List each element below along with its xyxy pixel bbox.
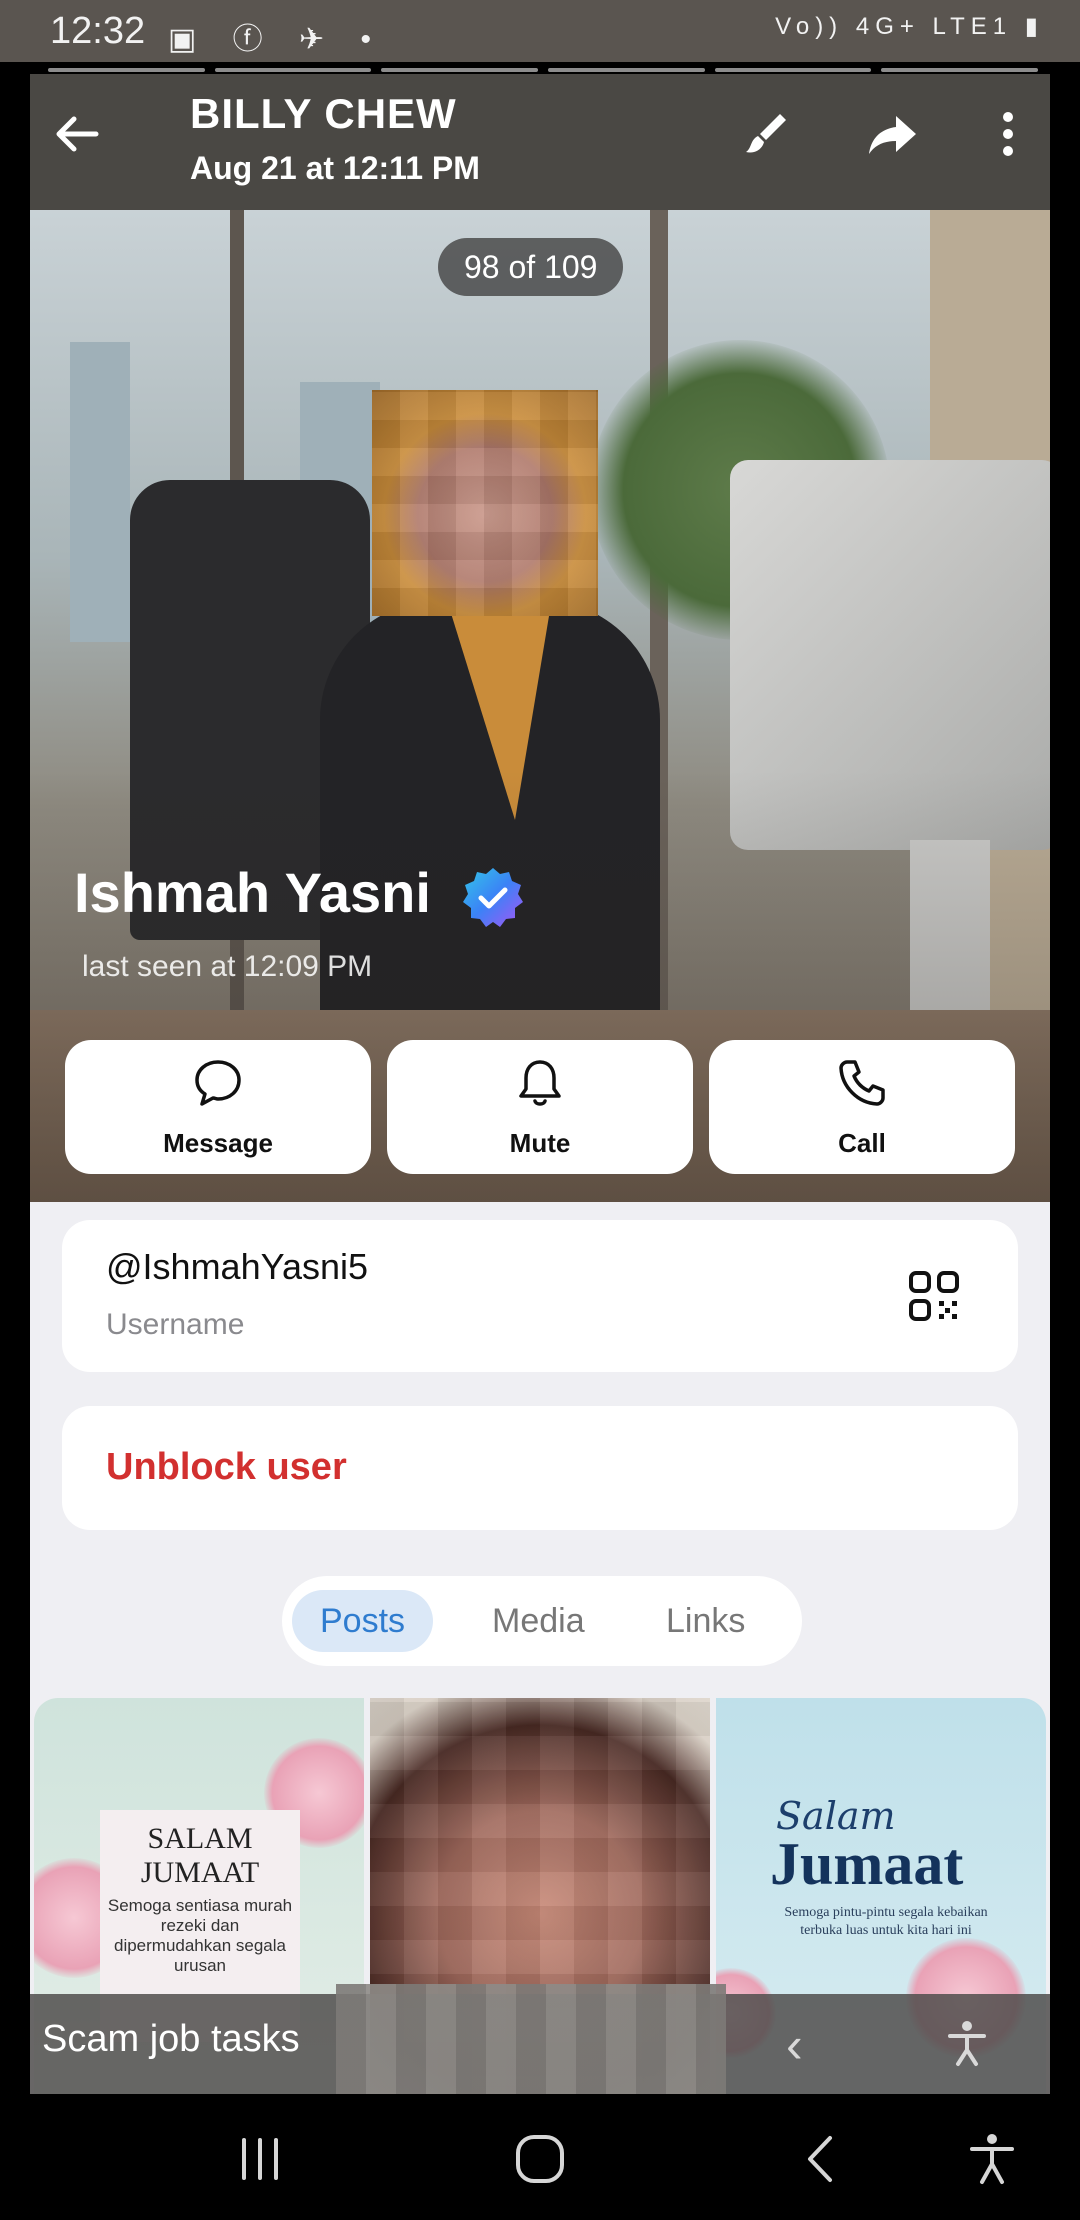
status-bar: 12:32 ▣ ⓕ ✈ • Vo)) 4G+ LTE1 ▮ [0, 0, 1080, 62]
back-arrow-icon[interactable] [48, 104, 108, 164]
redaction-block [336, 1984, 726, 2096]
mute-button[interactable]: Mute [387, 1040, 693, 1174]
unblock-user-button[interactable]: Unblock user [62, 1406, 1018, 1530]
post-text: Semoga pintu-pintu segala kebaikan terbu… [784, 1905, 988, 1938]
message-label: Message [163, 1128, 273, 1158]
username[interactable]: @IshmahYasni5 [106, 1246, 368, 1288]
status-time: 12:32 [50, 10, 146, 52]
accessibility-icon[interactable] [962, 2132, 1022, 2186]
system-nav-bar [0, 2094, 1080, 2220]
caption-text: Scam job tasks [42, 2018, 300, 2060]
profile-name: Ishmah Yasni [74, 861, 431, 924]
viewer-title: BILLY CHEW [190, 90, 457, 137]
verified-badge-icon [463, 868, 523, 927]
tab-media[interactable]: Media [464, 1590, 613, 1652]
username-caption: Username [106, 1308, 245, 1341]
viewer-date: Aug 21 at 12:11 PM [190, 150, 480, 186]
more-vertical-icon[interactable] [982, 108, 1034, 160]
recent-apps-icon[interactable] [230, 2132, 290, 2186]
home-icon[interactable] [510, 2132, 570, 2186]
chat-bubble-icon [195, 1060, 241, 1106]
message-button[interactable]: Message [65, 1040, 371, 1174]
bell-icon [519, 1060, 561, 1106]
story-progress-segments [48, 68, 1039, 72]
mute-label: Mute [509, 1128, 571, 1158]
accessibility-icon [948, 2021, 986, 2066]
tab-links[interactable]: Links [638, 1590, 773, 1652]
username-card[interactable]: @IshmahYasni5 Username [62, 1220, 1018, 1372]
tab-posts[interactable]: Posts [292, 1590, 434, 1652]
call-label: Call [838, 1128, 886, 1158]
last-seen-status: last seen at 12:09 PM [82, 950, 373, 983]
photo-viewer-header: BILLY CHEW Aug 21 at 12:11 PM [30, 74, 1050, 210]
forward-icon[interactable] [866, 108, 918, 160]
post-title: SALAM JUMAAT [140, 1822, 260, 1889]
media-tabs: Posts Media Links [282, 1576, 802, 1666]
unblock-user-label: Unblock user [106, 1446, 347, 1488]
post-text: Semoga sentiasa murah rezeki dan dipermu… [107, 1896, 293, 1975]
signal-battery-icons: Vo)) 4G+ LTE1 ▮ [775, 13, 1044, 40]
call-button[interactable]: Call [709, 1040, 1015, 1174]
back-icon[interactable] [792, 2132, 852, 2186]
caption-bar: Scam job tasks ‹ [30, 1984, 1050, 2096]
pixelated-face [372, 390, 598, 616]
profile-photo[interactable]: 98 of 109 Ishmah Yasni last seen at 12:0… [30, 210, 1050, 1202]
phone-icon [839, 1060, 885, 1106]
qr-code-icon[interactable] [908, 1270, 960, 1322]
notification-icons: ▣ ⓕ ✈ • [168, 23, 385, 56]
post-title: Jumaat [770, 1831, 964, 1897]
brush-icon[interactable] [740, 108, 792, 160]
photo-counter: 98 of 109 [438, 238, 624, 296]
chevron-left-icon: ‹ [786, 2017, 803, 2073]
